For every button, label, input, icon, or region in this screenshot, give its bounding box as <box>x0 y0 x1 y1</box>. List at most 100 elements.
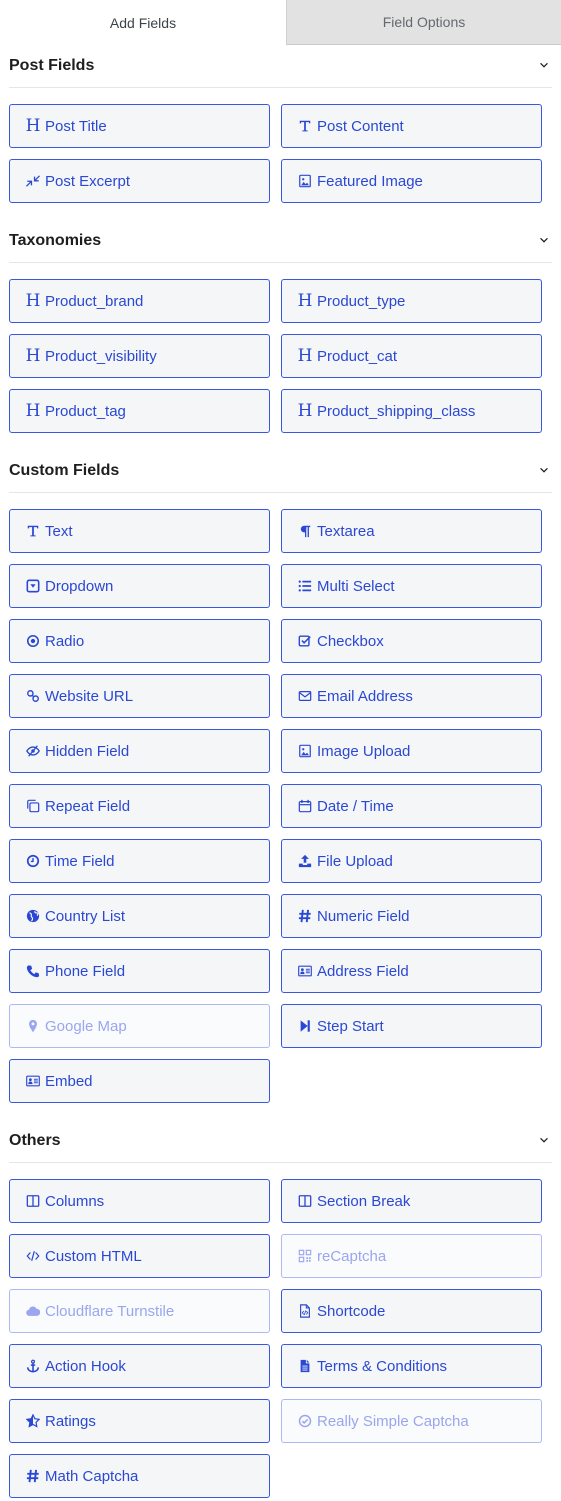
hash-icon <box>25 1468 41 1484</box>
field-button-post-title[interactable]: H Post Title <box>9 104 270 148</box>
field-button-label: Ratings <box>45 1412 96 1430</box>
field-button-terms-and-conditions[interactable]: Terms & Conditions <box>281 1344 542 1388</box>
field-button-label: Multi Select <box>317 577 395 595</box>
radio-icon <box>25 633 41 649</box>
field-button-label: Product_tag <box>45 402 126 420</box>
upload-icon <box>297 853 313 869</box>
field-button-date-time[interactable]: Date / Time <box>281 784 542 828</box>
chevron-down-icon[interactable] <box>537 58 551 72</box>
field-button-image-upload[interactable]: Image Upload <box>281 729 542 773</box>
field-button-section-break[interactable]: Section Break <box>281 1179 542 1223</box>
list-icon <box>297 578 313 594</box>
heading-icon: H <box>25 400 41 421</box>
field-button-recaptcha[interactable]: reCaptcha <box>281 1234 542 1278</box>
field-button-action-hook[interactable]: Action Hook <box>9 1344 270 1388</box>
section-title: Others <box>9 1131 61 1149</box>
field-button-checkbox[interactable]: Checkbox <box>281 619 542 663</box>
field-button-label: Step Start <box>317 1017 384 1035</box>
field-button-country-list[interactable]: Country List <box>9 894 270 938</box>
tab-bar: Add Fields Field Options <box>0 0 561 45</box>
file-text-icon <box>297 1358 313 1374</box>
field-button-label: Product_visibility <box>45 347 157 365</box>
field-button-multi-select[interactable]: Multi Select <box>281 564 542 608</box>
section-taxonomies: Taxonomies H Product_brand H Product_type H Pr… <box>0 219 561 444</box>
chevron-down-icon[interactable] <box>537 1133 551 1147</box>
field-button-label: Product_type <box>317 292 406 310</box>
clock-icon <box>25 853 41 869</box>
field-button-label: Custom HTML <box>45 1247 142 1265</box>
field-button-email-address[interactable]: Email Address <box>281 674 542 718</box>
step-forward-icon <box>297 1018 313 1034</box>
field-button-label: Dropdown <box>45 577 114 595</box>
field-button-label: Date / Time <box>317 797 394 815</box>
compress-icon <box>25 173 41 189</box>
checkbox-icon <box>297 633 313 649</box>
qrcode-icon <box>297 1248 313 1264</box>
field-button-product-visibility[interactable]: H Product_visibility <box>9 334 270 378</box>
field-grid: Text Textarea Dropdown Multi Select Radio Che… <box>0 509 561 1114</box>
field-button-address-field[interactable]: Address Field <box>281 949 542 993</box>
field-button-label: Text <box>45 522 73 540</box>
field-button-product-shipping-class[interactable]: H Product_shipping_class <box>281 389 542 433</box>
field-button-file-upload[interactable]: File Upload <box>281 839 542 883</box>
calendar-icon <box>297 798 313 814</box>
hash-icon <box>297 908 313 924</box>
field-button-cloudflare-turnstile[interactable]: Cloudflare Turnstile <box>9 1289 270 1333</box>
field-button-repeat-field[interactable]: Repeat Field <box>9 784 270 828</box>
field-button-columns[interactable]: Columns <box>9 1179 270 1223</box>
section-header-taxonomies[interactable]: Taxonomies <box>9 219 552 263</box>
field-button-website-url[interactable]: Website URL <box>9 674 270 718</box>
field-button-radio[interactable]: Radio <box>9 619 270 663</box>
field-button-label: Post Content <box>317 117 404 135</box>
field-button-hidden-field[interactable]: Hidden Field <box>9 729 270 773</box>
field-button-shortcode[interactable]: Shortcode <box>281 1289 542 1333</box>
field-button-really-simple-captcha[interactable]: Really Simple Captcha <box>281 1399 542 1443</box>
chevron-down-icon[interactable] <box>537 233 551 247</box>
field-button-label: Image Upload <box>317 742 411 760</box>
field-button-product-brand[interactable]: H Product_brand <box>9 279 270 323</box>
heading-icon: H <box>297 400 313 421</box>
field-button-label: Phone Field <box>45 962 126 980</box>
paragraph-icon <box>297 523 313 539</box>
field-button-featured-image[interactable]: Featured Image <box>281 159 542 203</box>
field-button-label: Numeric Field <box>317 907 410 925</box>
field-button-label: Textarea <box>317 522 375 540</box>
chevron-down-icon[interactable] <box>537 463 551 477</box>
section-title: Post Fields <box>9 56 95 74</box>
field-button-ratings[interactable]: Ratings <box>9 1399 270 1443</box>
field-button-custom-html[interactable]: Custom HTML <box>9 1234 270 1278</box>
section-header-others[interactable]: Others <box>9 1119 552 1163</box>
field-button-time-field[interactable]: Time Field <box>9 839 270 883</box>
field-button-product-tag[interactable]: H Product_tag <box>9 389 270 433</box>
field-button-post-content[interactable]: Post Content <box>281 104 542 148</box>
field-button-dropdown[interactable]: Dropdown <box>9 564 270 608</box>
field-button-label: Math Captcha <box>45 1467 139 1485</box>
tab-field-options[interactable]: Field Options <box>286 0 561 45</box>
field-button-embed[interactable]: Embed <box>9 1059 270 1103</box>
field-button-label: Address Field <box>317 962 409 980</box>
tab-add-fields[interactable]: Add Fields <box>0 0 286 45</box>
field-button-label: Really Simple Captcha <box>317 1412 469 1430</box>
field-button-text[interactable]: Text <box>9 509 270 553</box>
field-button-numeric-field[interactable]: Numeric Field <box>281 894 542 938</box>
field-button-label: Website URL <box>45 687 134 705</box>
field-button-label: Checkbox <box>317 632 384 650</box>
field-button-product-cat[interactable]: H Product_cat <box>281 334 542 378</box>
section-title: Taxonomies <box>9 231 102 249</box>
field-button-label: File Upload <box>317 852 393 870</box>
field-button-math-captcha[interactable]: Math Captcha <box>9 1454 270 1498</box>
field-button-step-start[interactable]: Step Start <box>281 1004 542 1048</box>
section-header-post-fields[interactable]: Post Fields <box>9 44 552 88</box>
code-icon <box>25 1248 41 1264</box>
field-button-google-map[interactable]: Google Map <box>9 1004 270 1048</box>
field-button-phone-field[interactable]: Phone Field <box>9 949 270 993</box>
field-button-product-type[interactable]: H Product_type <box>281 279 542 323</box>
heading-icon: H <box>25 115 41 136</box>
field-button-textarea[interactable]: Textarea <box>281 509 542 553</box>
image-icon <box>297 173 313 189</box>
field-button-post-excerpt[interactable]: Post Excerpt <box>9 159 270 203</box>
copy-icon <box>25 798 41 814</box>
section-header-custom-fields[interactable]: Custom Fields <box>9 449 552 493</box>
section-others: Others Columns Section Break Custom HTML reC… <box>0 1119 561 1501</box>
section-custom-fields: Custom Fields Text Textarea Dropdown Multi S… <box>0 449 561 1114</box>
